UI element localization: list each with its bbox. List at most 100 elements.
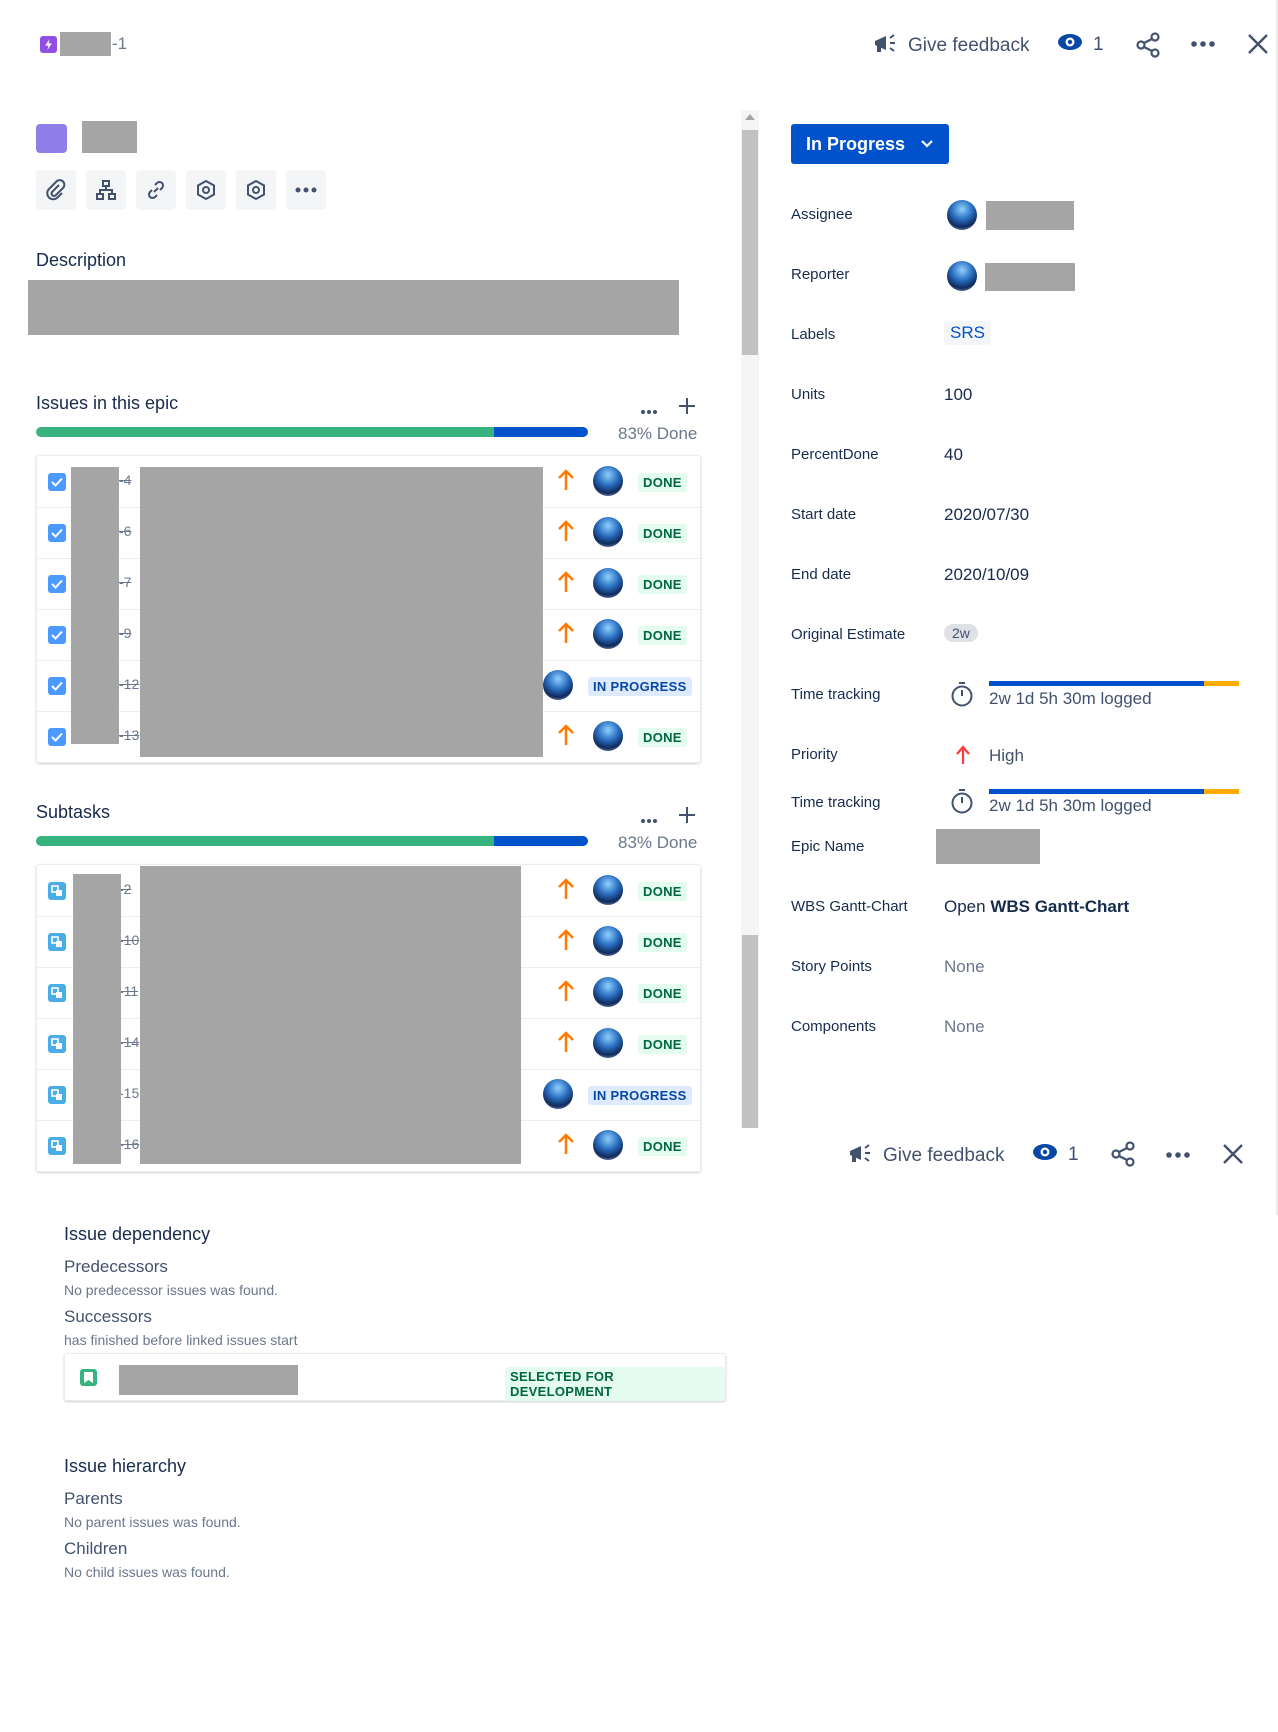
description-redacted[interactable] (28, 280, 679, 335)
scroll-up-arrow-icon[interactable] (745, 114, 755, 120)
more-actions-icon[interactable] (1190, 36, 1216, 54)
subtask-key[interactable]: -14 (119, 1034, 139, 1050)
avatar (593, 619, 623, 649)
story-checkbox-icon (48, 524, 66, 542)
issue-key[interactable]: -13 (119, 727, 139, 743)
end-date-value[interactable]: 2020/10/09 (944, 565, 1029, 585)
predecessors-label: Predecessors (64, 1257, 168, 1276)
story-checkbox-icon (48, 575, 66, 593)
issue-key[interactable]: -7 (119, 574, 131, 590)
successors-label: Successors (64, 1307, 152, 1326)
share-icon[interactable] (1135, 32, 1161, 63)
story-points-label: Story Points (791, 958, 872, 975)
subtask-key[interactable]: -11 (119, 983, 138, 999)
app-button-2[interactable] (236, 170, 276, 210)
start-date-value[interactable]: 2020/07/30 (944, 505, 1029, 525)
label-tag[interactable]: SRS (944, 321, 991, 345)
units-value[interactable]: 100 (944, 385, 972, 405)
scrollbar-thumb[interactable] (742, 130, 758, 355)
assignee-name-redacted[interactable] (986, 201, 1074, 230)
child-issue-button[interactable] (86, 170, 126, 210)
issue-key[interactable]: -12 (119, 676, 139, 692)
subtask-icon (48, 1086, 66, 1104)
more-apps-button[interactable] (286, 170, 326, 210)
priority-high-icon (956, 745, 970, 764)
reporter-avatar[interactable] (947, 261, 977, 291)
avatar (593, 926, 623, 956)
eye-icon (1032, 1142, 1058, 1168)
subtask-key[interactable]: -15 (119, 1085, 139, 1101)
more-actions-icon[interactable] (1165, 1147, 1191, 1165)
time-tracking-bar-2[interactable] (989, 789, 1239, 794)
wbs-open-link[interactable]: Open WBS Gantt-Chart (944, 897, 1129, 917)
close-icon[interactable] (1247, 33, 1269, 60)
megaphone-icon (847, 1142, 873, 1170)
status-badge: DONE (638, 984, 687, 1003)
epic-issues-heading: Issues in this epic (36, 393, 179, 413)
scrollbar-track[interactable] (741, 110, 759, 1128)
story-icon (80, 1369, 97, 1386)
give-feedback-label: Give feedback (883, 1145, 1005, 1166)
status-badge: DONE (638, 933, 687, 952)
status-badge: DONE (638, 575, 687, 594)
subtask-icon (48, 984, 66, 1002)
subtasks-add-icon[interactable] (678, 806, 696, 829)
avatar (593, 1130, 623, 1160)
story-points-value[interactable]: None (944, 957, 985, 977)
subtasks-progress-label: 83% Done (618, 833, 698, 852)
epic-issues-more-icon[interactable] (640, 402, 658, 420)
units-label: Units (791, 386, 826, 403)
issue-key[interactable]: -9 (119, 625, 131, 641)
close-icon[interactable] (1222, 1143, 1244, 1170)
story-checkbox-icon (48, 677, 66, 695)
subtask-key[interactable]: -10 (119, 932, 139, 948)
status-transition-button[interactable]: In Progress (791, 124, 949, 164)
avatar (543, 670, 573, 700)
time-tracking-value-2: 2w 1d 5h 30m logged (989, 796, 1152, 815)
dependency-heading: Issue dependency (64, 1224, 211, 1244)
subtasks-more-icon[interactable] (640, 811, 658, 829)
issue-key[interactable]: -6 (119, 523, 131, 539)
epic-issues-add-icon[interactable] (678, 397, 696, 420)
share-icon[interactable] (1110, 1141, 1136, 1172)
original-estimate-badge[interactable]: 2w (944, 624, 978, 642)
issue-key-redacted (60, 32, 111, 56)
components-value[interactable]: None (944, 1017, 985, 1037)
epic-name-redacted[interactable] (936, 829, 1040, 864)
link-issue-button[interactable] (136, 170, 176, 210)
priority-value[interactable]: High (989, 746, 1024, 766)
wbs-label: WBS Gantt-Chart (791, 898, 908, 915)
time-over-segment (1204, 681, 1239, 686)
subtasks-progress-bar (36, 836, 588, 846)
app-button-1[interactable] (186, 170, 226, 210)
time-tracking-bar[interactable] (989, 681, 1239, 686)
watchers-button[interactable]: 1 (1057, 32, 1104, 58)
assignee-avatar[interactable] (947, 200, 977, 230)
time-tracking-value: 2w 1d 5h 30m logged (989, 689, 1152, 708)
predecessors-note: No predecessor issues was found. (64, 1282, 278, 1298)
story-checkbox-icon (48, 626, 66, 644)
give-feedback-button-2[interactable]: Give feedback (847, 1142, 1004, 1170)
priority-high-icon (558, 878, 574, 899)
subtask-key[interactable]: -16 (119, 1136, 139, 1152)
chevron-down-icon (921, 140, 933, 148)
issue-key[interactable]: -4 (119, 472, 131, 488)
status-badge: DONE (638, 473, 687, 492)
status-badge: IN PROGRESS (588, 677, 692, 696)
successors-note: has finished before linked issues start (64, 1332, 298, 1348)
linked-issue-card[interactable]: SELECTED FOR DEVELOPMENT (64, 1353, 726, 1401)
scrollbar-thumb-lower[interactable] (742, 935, 758, 1128)
percent-done-value[interactable]: 40 (944, 445, 963, 465)
epic-issues-progress-bar (36, 427, 588, 437)
avatar (593, 875, 623, 905)
give-feedback-button[interactable]: Give feedback (872, 32, 1029, 60)
reporter-name-redacted[interactable] (985, 263, 1075, 291)
status-badge: DONE (638, 524, 687, 543)
reporter-label: Reporter (791, 266, 850, 283)
original-estimate-label: Original Estimate (791, 626, 906, 643)
issue-key-link[interactable]: -1 (112, 34, 127, 54)
attach-button[interactable] (36, 170, 76, 210)
hierarchy-heading: Issue hierarchy (64, 1456, 187, 1476)
watchers-button-2[interactable]: 1 (1032, 1142, 1079, 1168)
linked-issue-redacted (119, 1365, 298, 1395)
